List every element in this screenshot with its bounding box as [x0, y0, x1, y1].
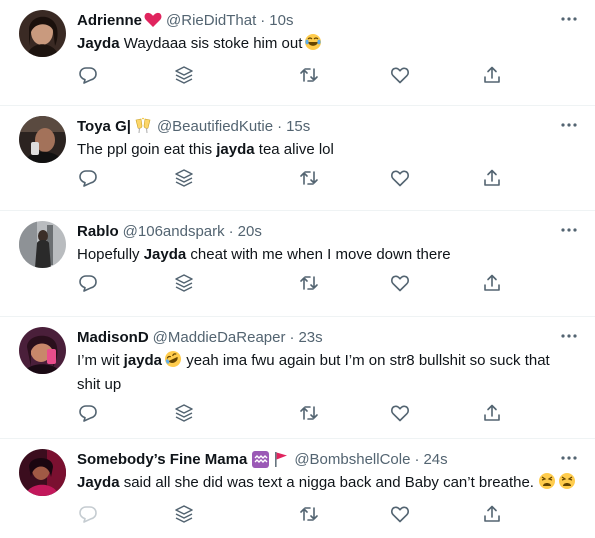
separator: · — [228, 222, 234, 240]
stack-icon[interactable] — [174, 273, 194, 293]
tweet-actions — [77, 265, 581, 305]
weary-face-emoji — [538, 472, 556, 496]
display-name[interactable]: Rablo — [77, 223, 119, 240]
stack-icon[interactable] — [174, 504, 194, 524]
tweet[interactable]: Rablo @106andspark · 20s Hopefully Jayda… — [0, 211, 595, 317]
tweet[interactable]: Toya G| @BeautifiedKutie · 15s The ppl g… — [0, 106, 595, 211]
avatar[interactable] — [19, 116, 66, 163]
like-icon[interactable] — [390, 65, 410, 85]
tweet-actions — [77, 496, 581, 536]
weary-face-emoji — [558, 472, 576, 496]
tweet-text: Hopefully Jayda cheat with me when I mov… — [77, 244, 581, 265]
separator: · — [260, 11, 266, 29]
retweet-icon[interactable] — [299, 403, 319, 423]
tweet-text: Jayda Waydaaa sis stoke him out — [77, 33, 581, 57]
share-icon[interactable] — [482, 504, 502, 524]
red-flag-icon — [274, 451, 288, 468]
tweet-text-rest: yeah ima fwu again but I’m on str8 bulls… — [182, 352, 550, 369]
reply-icon[interactable] — [78, 504, 98, 524]
tweet[interactable]: Adrienne @RieDidThat · 10s Jayda Waydaaa… — [0, 0, 595, 106]
tweet-text: I’m wit jayda yeah ima fwu again but I’m… — [77, 350, 581, 395]
stack-icon[interactable] — [174, 65, 194, 85]
share-icon[interactable] — [482, 403, 502, 423]
user-handle[interactable]: @MaddieDaReaper — [153, 329, 286, 346]
stack-icon[interactable] — [174, 403, 194, 423]
timestamp[interactable]: 23s — [298, 329, 322, 346]
share-icon[interactable] — [482, 65, 502, 85]
user-handle[interactable]: @BombshellCole — [294, 451, 410, 468]
share-icon[interactable] — [482, 168, 502, 188]
highlight-keyword: jayda — [216, 141, 255, 158]
separator: · — [277, 117, 283, 135]
tweet-actions — [77, 57, 581, 97]
joy-emoji — [304, 33, 322, 57]
tweet-text-rest: tea alive lol — [254, 141, 334, 158]
timestamp[interactable]: 10s — [269, 12, 293, 29]
more-options-icon[interactable] — [559, 451, 579, 465]
timestamp[interactable]: 24s — [423, 451, 447, 468]
retweet-icon[interactable] — [299, 168, 319, 188]
tweet-text: Jayda said all she did was text a nigga … — [77, 472, 581, 496]
highlight-keyword: Jayda — [143, 246, 187, 263]
highlight-keyword: jayda — [123, 352, 163, 369]
more-options-icon[interactable] — [559, 12, 579, 26]
separator: · — [414, 450, 420, 468]
highlight-keyword: Jayda — [77, 35, 120, 52]
display-name[interactable]: Toya G| — [77, 118, 131, 135]
tweet-text-rest: said all she did was text a nigga back a… — [119, 474, 534, 491]
tweet-header: MadisonD @MaddieDaReaper · 23s — [77, 327, 581, 347]
retweet-icon[interactable] — [299, 504, 319, 524]
more-options-icon[interactable] — [559, 329, 579, 343]
tweet[interactable]: Somebody’s Fine Mama @BombshellCole · 24… — [0, 439, 595, 538]
tweet-header: Somebody’s Fine Mama @BombshellCole · 24… — [77, 449, 581, 469]
retweet-icon[interactable] — [299, 65, 319, 85]
like-icon[interactable] — [390, 273, 410, 293]
tweet-text-pre: The ppl goin eat this — [77, 141, 217, 158]
display-name[interactable]: Somebody’s Fine Mama — [77, 451, 247, 468]
tweet-text: The ppl goin eat this jayda tea alive lo… — [77, 139, 581, 160]
more-options-icon[interactable] — [559, 118, 579, 132]
more-options-icon[interactable] — [559, 223, 579, 237]
like-icon[interactable] — [390, 168, 410, 188]
reply-icon[interactable] — [78, 273, 98, 293]
avatar[interactable] — [19, 327, 66, 374]
tweet-header: Rablo @106andspark · 20s — [77, 221, 581, 241]
like-icon[interactable] — [390, 504, 410, 524]
reply-icon[interactable] — [78, 403, 98, 423]
highlight-keyword: Jayda — [77, 474, 120, 491]
tweet-text-rest: Waydaaa sis stoke him out — [119, 35, 303, 52]
user-handle[interactable]: @106andspark — [123, 223, 225, 240]
tweet-header: Adrienne @RieDidThat · 10s — [77, 10, 581, 30]
share-icon[interactable] — [482, 273, 502, 293]
display-name[interactable]: Adrienne — [77, 12, 142, 29]
avatar[interactable] — [19, 449, 66, 496]
retweet-icon[interactable] — [299, 273, 319, 293]
clinking-glasses-icon — [133, 117, 153, 135]
like-icon[interactable] — [390, 403, 410, 423]
user-handle[interactable]: @RieDidThat — [166, 12, 256, 29]
avatar[interactable] — [19, 221, 66, 268]
tweet-text-rest: cheat with me when I move down there — [186, 246, 451, 263]
tweet-feed: Adrienne @RieDidThat · 10s Jayda Waydaaa… — [0, 0, 595, 538]
reply-icon[interactable] — [78, 65, 98, 85]
stack-icon[interactable] — [174, 168, 194, 188]
reply-icon[interactable] — [78, 168, 98, 188]
avatar[interactable] — [19, 10, 66, 57]
tweet-actions — [77, 395, 581, 435]
display-name[interactable]: MadisonD — [77, 329, 149, 346]
user-handle[interactable]: @BeautifiedKutie — [157, 118, 273, 135]
tweet[interactable]: MadisonD @MaddieDaReaper · 23s I’m wit j… — [0, 317, 595, 439]
rofl-emoji — [164, 350, 182, 374]
tweet-header: Toya G| @BeautifiedKutie · 15s — [77, 116, 581, 136]
timestamp[interactable]: 20s — [238, 223, 262, 240]
tweet-text-pre: Hopefully — [77, 246, 144, 263]
timestamp[interactable]: 15s — [286, 118, 310, 135]
tweet-actions — [77, 160, 581, 200]
tweet-text-pre: I’m wit — [77, 352, 124, 369]
separator: · — [289, 328, 295, 346]
tweet-text-rest-line2: shit up — [77, 376, 122, 393]
red-heart-icon — [144, 12, 162, 28]
aquarius-icon — [252, 450, 270, 468]
